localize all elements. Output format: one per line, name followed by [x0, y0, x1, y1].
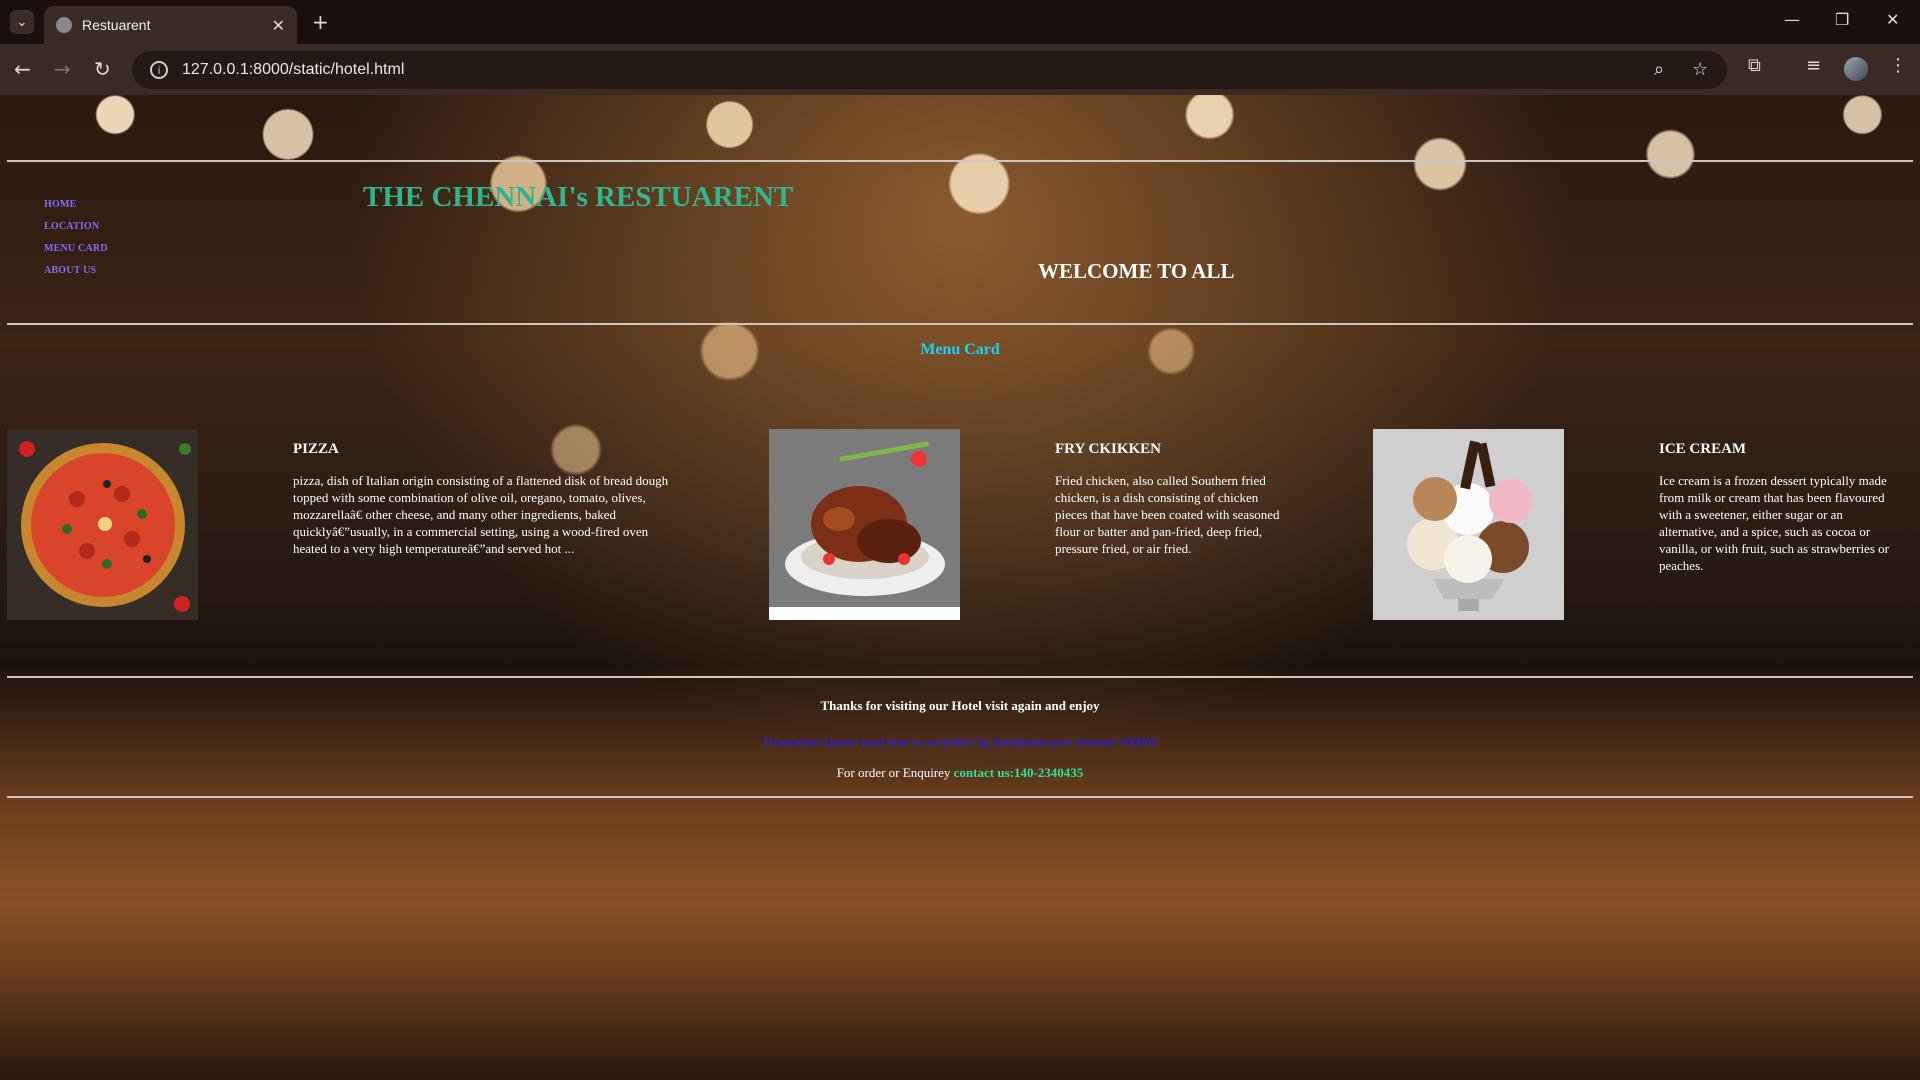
pizza-image [7, 429, 198, 620]
divider [7, 160, 1913, 162]
menu-item-name: ICE CREAM [1659, 441, 1747, 457]
new-tab-icon[interactable]: + [312, 10, 329, 34]
globe-icon [56, 17, 72, 33]
minimize-icon[interactable]: — [1784, 10, 1800, 29]
nav-location-link[interactable]: LOCATION [44, 221, 99, 232]
nav-menu-card-link[interactable]: MENU CARD [44, 243, 108, 254]
chevron-down-icon: ⌄ [16, 14, 28, 30]
url-text: 127.0.0.1:8000/static/hotel.html [182, 61, 405, 78]
address-bar[interactable]: i 127.0.0.1:8000/static/hotel.html ⌕ ☆ [132, 51, 1727, 89]
back-icon[interactable]: ← [14, 57, 31, 81]
extensions-icon[interactable]: ⧉ [1748, 55, 1761, 76]
menu-card-heading: Menu Card [920, 341, 1000, 358]
menu-item-name: PIZZA [293, 441, 339, 457]
more-menu-icon[interactable]: ⋮ [1889, 55, 1907, 76]
browser-toolbar: ← → ↻ i 127.0.0.1:8000/static/hotel.html… [0, 44, 1920, 95]
page-content: HOME LOCATION MENU CARD ABOUT US THE CHE… [0, 95, 1920, 1080]
tab-title: Restuarent [82, 17, 151, 33]
profile-avatar[interactable] [1844, 57, 1868, 81]
close-tab-icon[interactable]: ✕ [272, 16, 285, 35]
menu-item-description: Ice cream is a frozen dessert typically … [1659, 473, 1889, 573]
ice-cream-image [1373, 429, 1564, 620]
active-tab[interactable]: Restuarent ✕ [44, 6, 297, 44]
bookmark-star-icon[interactable]: ☆ [1692, 59, 1708, 80]
menu-item-description: Fried chicken, also called Southern frie… [1055, 473, 1280, 556]
forward-icon[interactable]: → [54, 57, 71, 81]
divider [7, 676, 1913, 678]
main-nav: HOME LOCATION MENU CARD ABOUT US [44, 194, 108, 282]
divider [7, 323, 1913, 325]
welcome-text: WELCOME TO ALL [1038, 259, 1235, 283]
menu-item-name: FRY CKIKKEN [1055, 441, 1162, 457]
address-text: Thandalam Queen land near to saveetha cl… [762, 734, 1158, 749]
browser-chrome: ⌄ Restuarent ✕ + — ❐ ✕ ← → ↻ i 127.0.0.1… [0, 0, 1920, 95]
nav-home-link[interactable]: HOME [44, 199, 76, 210]
restore-icon[interactable]: ❐ [1835, 10, 1849, 29]
tab-search-button[interactable]: ⌄ [10, 10, 34, 34]
enquiry-line: For order or Enquirey contact us:140-234… [0, 765, 1920, 781]
contact-link[interactable]: contact us:140-2340435 [954, 765, 1084, 780]
zoom-icon[interactable]: ⌕ [1654, 59, 1664, 80]
fried-chicken-image [769, 429, 960, 620]
divider [7, 796, 1913, 798]
window-close-icon[interactable]: ✕ [1886, 10, 1899, 29]
enquiry-label: For order or Enquirey [836, 765, 951, 780]
thanks-message: Thanks for visiting our Hotel visit agai… [820, 698, 1100, 713]
media-control-icon[interactable]: ≡ [1806, 55, 1821, 76]
nav-about-us-link[interactable]: ABOUT US [44, 265, 96, 276]
menu-item-description: pizza, dish of Italian origin consisting… [293, 473, 669, 556]
reload-icon[interactable]: ↻ [94, 57, 111, 81]
restaurant-title: THE CHENNAI's RESTUARENT [363, 181, 794, 213]
site-info-icon[interactable]: i [150, 61, 168, 79]
tab-bar: ⌄ Restuarent ✕ + — ❐ ✕ [0, 0, 1920, 44]
